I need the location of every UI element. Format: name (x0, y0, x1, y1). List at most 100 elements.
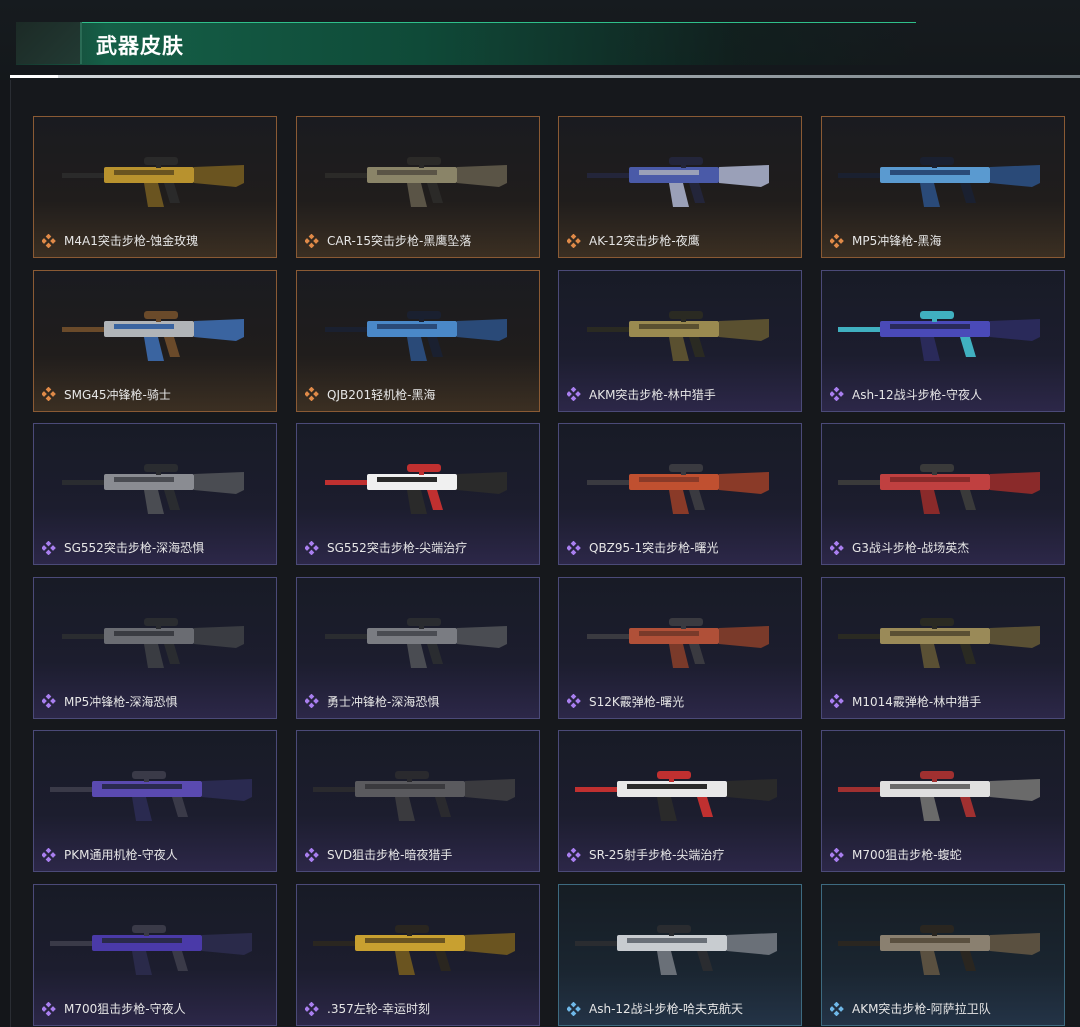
weapon-skin-card[interactable]: SG552突击步枪-尖端治疗 (296, 423, 540, 566)
skin-label-row: SVD狙击步枪-暗夜猎手 (305, 846, 452, 863)
skin-label-row: CAR-15突击步枪-黑鹰坠落 (305, 232, 471, 249)
weapon-skin-card[interactable]: SMG45冲锋枪-骑士 (33, 269, 277, 412)
weapon-skin-image (575, 925, 777, 975)
weapon-skin-image (838, 771, 1040, 822)
weapon-skin-card[interactable]: M1014霰弹枪-林中猎手 (821, 576, 1065, 719)
header-bar: 武器皮肤 (0, 0, 1080, 80)
skin-label-row: QBZ95-1突击步枪-曙光 (567, 539, 718, 556)
weapon-skin-image (587, 464, 769, 515)
weapon-skin-card[interactable]: AKM突击步枪-阿萨拉卫队 (821, 884, 1065, 1026)
rarity-diamond-icon (305, 387, 319, 402)
skin-label-row: MP5冲锋枪-深海恐惧 (42, 693, 178, 710)
rarity-diamond-icon (567, 387, 581, 402)
skin-name: M4A1突击步枪-蚀金玫瑰 (64, 234, 199, 248)
skin-label-row: SMG45冲锋枪-骑士 (42, 386, 171, 403)
skin-name: Ash-12战斗步枪-守夜人 (852, 387, 982, 402)
weapon-skin-card[interactable]: AKM突击步枪-林中猎手 (558, 269, 802, 412)
rarity-diamond-icon (567, 1001, 581, 1016)
rarity-diamond-icon (567, 540, 581, 555)
weapon-skin-card[interactable]: PKM通用机枪-守夜人 (33, 730, 277, 873)
skin-label-row: Ash-12战斗步枪-哈夫克航天 (567, 1000, 743, 1017)
skin-label-row: G3战斗步枪-战场英杰 (830, 539, 969, 556)
weapon-skin-card[interactable]: 勇士冲锋枪-深海恐惧 (296, 576, 540, 719)
weapon-skin-image (838, 617, 1040, 668)
weapon-skin-image (62, 617, 244, 668)
weapon-skin-image (313, 925, 515, 975)
skin-label-row: SG552突击步枪-尖端治疗 (305, 539, 467, 556)
rarity-diamond-icon (567, 847, 581, 862)
weapon-skin-image (838, 464, 1040, 515)
skin-name: SG552突击步枪-尖端治疗 (327, 541, 468, 556)
skin-name: QJB201轻机枪-黑海 (327, 387, 436, 402)
rarity-diamond-icon (567, 694, 581, 709)
weapon-skin-image (313, 771, 515, 822)
weapon-skin-image (587, 310, 769, 361)
weapon-skin-card[interactable]: Ash-12战斗步枪-哈夫克航天 (558, 884, 802, 1026)
skin-name: MP5冲锋枪-黑海 (852, 234, 942, 248)
skin-name: M700狙击步枪-守夜人 (64, 1002, 186, 1016)
skin-name: CAR-15突击步枪-黑鹰坠落 (327, 234, 472, 248)
rarity-diamond-icon (42, 540, 56, 555)
skin-label-row: S12K霰弹枪-曙光 (567, 693, 684, 710)
weapon-skin-card[interactable]: MP5冲锋枪-黑海 (821, 116, 1065, 258)
weapon-skin-card[interactable]: SVD狙击步枪-暗夜猎手 (296, 730, 540, 873)
skin-label-row: 勇士冲锋枪-深海恐惧 (305, 693, 439, 710)
weapon-skin-card[interactable]: MP5冲锋枪-深海恐惧 (33, 576, 277, 719)
skin-label-row: M4A1突击步枪-蚀金玫瑰 (42, 232, 198, 249)
title-tab-decoration (16, 22, 82, 64)
skin-label-row: PKM通用机枪-守夜人 (42, 846, 178, 863)
weapon-skin-card[interactable]: G3战斗步枪-战场英杰 (821, 423, 1065, 566)
rarity-diamond-icon (567, 233, 581, 248)
rarity-diamond-icon (305, 847, 319, 862)
weapon-skin-card[interactable]: M700狙击步枪-蝮蛇 (821, 730, 1065, 873)
skin-name: S12K霰弹枪-曙光 (589, 694, 685, 709)
weapon-skin-card[interactable]: QBZ95-1突击步枪-曙光 (558, 423, 802, 566)
weapon-skin-image (587, 617, 769, 668)
rarity-diamond-icon (830, 540, 844, 555)
rarity-diamond-icon (830, 1001, 844, 1016)
weapon-skin-image (325, 157, 507, 207)
weapon-skin-image (838, 310, 1040, 361)
weapon-skin-card[interactable]: .357左轮-幸运时刻 (296, 884, 540, 1026)
skin-label-row: AK-12突击步枪-夜鹰 (567, 232, 700, 249)
skin-name: Ash-12战斗步枪-哈夫克航天 (589, 1002, 743, 1016)
skin-label-row: QJB201轻机枪-黑海 (305, 386, 435, 403)
skin-name: M1014霰弹枪-林中猎手 (852, 694, 982, 709)
weapon-skin-image (62, 310, 244, 361)
weapon-skin-card[interactable]: CAR-15突击步枪-黑鹰坠落 (296, 116, 540, 258)
skin-name: 勇士冲锋枪-深海恐惧 (327, 694, 440, 709)
rarity-diamond-icon (305, 540, 319, 555)
rarity-diamond-icon (830, 694, 844, 709)
skin-name: M700狙击步枪-蝮蛇 (852, 848, 962, 863)
weapon-skin-card[interactable]: S12K霰弹枪-曙光 (558, 576, 802, 719)
skin-name: SR-25射手步枪-尖端治疗 (589, 848, 725, 863)
skin-name: AKM突击步枪-林中猎手 (589, 387, 716, 402)
weapon-skin-card[interactable]: M4A1突击步枪-蚀金玫瑰 (33, 116, 277, 258)
skin-name: QBZ95-1突击步枪-曙光 (589, 541, 719, 556)
skins-panel: M4A1突击步枪-蚀金玫瑰 CAR-15突击步枪-黑鹰坠落 AK-12突击步枪-夜鹰… (10, 80, 1080, 1027)
skin-label-row: .357左轮-幸运时刻 (305, 1000, 430, 1017)
weapon-skin-image (325, 310, 507, 361)
rarity-diamond-icon (42, 1001, 56, 1016)
weapon-skin-image (587, 157, 769, 207)
skin-name: SG552突击步枪-深海恐惧 (64, 541, 205, 556)
rarity-diamond-icon (305, 1001, 319, 1016)
page-title: 武器皮肤 (96, 34, 184, 58)
weapon-skin-image (838, 925, 1040, 975)
weapon-skin-card[interactable]: Ash-12战斗步枪-守夜人 (821, 269, 1065, 412)
rarity-diamond-icon (830, 387, 844, 402)
skin-label-row: M700狙击步枪-守夜人 (42, 1000, 186, 1017)
weapon-skin-image (575, 771, 777, 822)
skin-name: G3战斗步枪-战场英杰 (852, 541, 970, 556)
weapon-skin-card[interactable]: QJB201轻机枪-黑海 (296, 269, 540, 412)
weapon-skin-card[interactable]: AK-12突击步枪-夜鹰 (558, 116, 802, 258)
rarity-diamond-icon (830, 233, 844, 248)
weapon-skin-image (62, 464, 244, 515)
rarity-diamond-icon (305, 694, 319, 709)
weapon-skin-card[interactable]: SG552突击步枪-深海恐惧 (33, 423, 277, 566)
weapon-skin-card[interactable]: M700狙击步枪-守夜人 (33, 884, 277, 1026)
skin-name: AK-12突击步枪-夜鹰 (589, 234, 700, 248)
weapon-skin-card[interactable]: SR-25射手步枪-尖端治疗 (558, 730, 802, 873)
rarity-diamond-icon (42, 847, 56, 862)
skin-label-row: Ash-12战斗步枪-守夜人 (830, 386, 982, 403)
